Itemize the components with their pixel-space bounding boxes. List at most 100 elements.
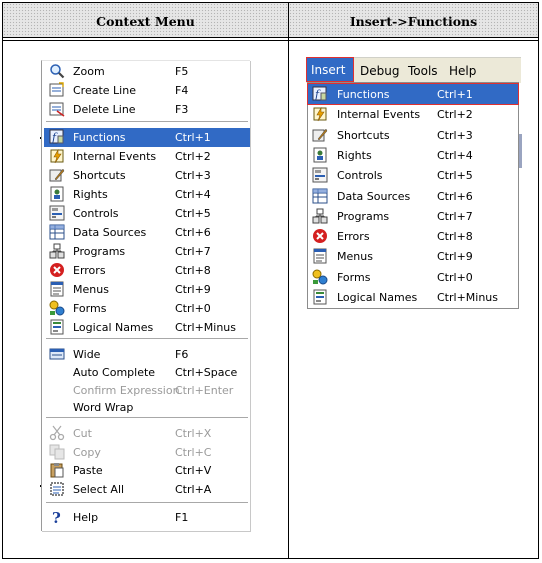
menu-insert[interactable]: Insert: [306, 57, 354, 82]
menus-icon: [312, 248, 328, 264]
help-icon: ?: [49, 509, 65, 525]
context-menu-item-functions[interactable]: f Functions Ctrl+1: [44, 128, 250, 147]
context-menu-item-label: Errors: [73, 264, 106, 277]
context-menu-item-shortcut: Ctrl+4: [175, 188, 211, 201]
icon-slot: [49, 382, 65, 398]
context-menu-item-rights[interactable]: Rights Ctrl+4: [44, 185, 250, 204]
internal-events-icon: [49, 148, 65, 164]
logical-names-icon: [49, 319, 65, 335]
functions-icon: f: [312, 86, 328, 102]
insert-menu-item-shortcut: Ctrl+0: [437, 270, 473, 284]
insert-menu-item-forms[interactable]: Forms Ctrl+0: [308, 267, 518, 287]
shortcuts-icon: [312, 127, 328, 143]
errors-icon: [312, 228, 328, 244]
header-rule: [2, 37, 539, 38]
context-menu-item-shortcut: F3: [175, 103, 189, 116]
header-context-menu: Context Menu: [3, 3, 288, 37]
cut-icon: [49, 425, 65, 441]
context-menu-item-label: Rights: [73, 188, 108, 201]
column-divider: [288, 2, 289, 559]
context-menu-item-create-line[interactable]: Create Line F4: [44, 81, 250, 100]
logical-names-icon: [312, 289, 328, 305]
menu-separator: [46, 121, 248, 122]
controls-icon: [49, 205, 65, 221]
insert-menu-item-shortcut: Ctrl+2: [437, 108, 473, 122]
context-menu-item-shortcut: F6: [175, 348, 189, 361]
context-menu-item-wide[interactable]: Wide F6: [44, 345, 250, 364]
context-menu-item-label: Controls: [73, 207, 119, 220]
context-menu-item-help[interactable]: ? Help F1: [44, 508, 250, 527]
context-menu-item-label: Create Line: [73, 84, 136, 97]
insert-menu-item-rights[interactable]: Rights Ctrl+4: [308, 145, 518, 165]
insert-menu-item-label: Errors: [337, 230, 370, 244]
context-menu-item-label: Shortcuts: [73, 169, 126, 182]
context-menu-item-label: Copy: [73, 446, 101, 459]
context-menu-item-label: Zoom: [73, 65, 105, 78]
menu-insert-label: Insert: [311, 63, 346, 77]
insert-menu-item-shortcut: Ctrl+7: [437, 209, 473, 223]
shortcuts-icon: [49, 167, 65, 183]
context-menu-item-paste[interactable]: Paste Ctrl+V: [44, 461, 250, 480]
context-menu-item-auto-complete[interactable]: Auto Complete Ctrl+Space: [44, 363, 250, 382]
menu-debug[interactable]: Debug: [360, 64, 399, 78]
rights-icon: [49, 186, 65, 202]
context-menu-item-shortcut: F5: [175, 65, 189, 78]
context-menu-item-shortcut: Ctrl+3: [175, 169, 211, 182]
context-menu-item-label: Data Sources: [73, 226, 147, 239]
context-menu-item-label: Programs: [73, 245, 126, 258]
insert-menu-item-programs[interactable]: Programs Ctrl+7: [308, 206, 518, 226]
insert-menu-item-logical-names[interactable]: Logical Names Ctrl+Minus: [308, 287, 518, 307]
select-all-icon: [49, 481, 65, 497]
forms-icon: [49, 300, 65, 316]
context-menu-item-label: Confirm Expression: [73, 384, 180, 397]
icon-slot: [49, 399, 65, 415]
insert-menu-item-functions[interactable]: f Functions Ctrl+1: [308, 84, 518, 104]
insert-menu-item-shortcut: Ctrl+Minus: [437, 291, 499, 304]
context-menu-item-label: Paste: [73, 464, 103, 477]
insert-menu-item-label: Shortcuts: [337, 128, 390, 142]
errors-icon: [49, 262, 65, 278]
context-menu-item-label: Forms: [73, 302, 107, 315]
context-menu-item-delete-line[interactable]: Delete Line F3: [44, 100, 250, 119]
context-menu-item-zoom[interactable]: Zoom F5: [44, 62, 250, 81]
icon-slot: [49, 364, 65, 380]
context-menu-item-logical-names[interactable]: Logical Names Ctrl+Minus: [44, 318, 250, 337]
insert-menu-item-label: Internal Events: [337, 108, 421, 122]
context-menu-item-copy[interactable]: Copy Ctrl+C: [44, 443, 250, 462]
programs-icon: [49, 243, 65, 259]
insert-menu-item-errors[interactable]: Errors Ctrl+8: [308, 226, 518, 246]
context-menu-item-internal-events[interactable]: Internal Events Ctrl+2: [44, 147, 250, 166]
context-menu-item-select-all[interactable]: Select All Ctrl+A: [44, 480, 250, 499]
context-menu-item-shortcut: Ctrl+1: [175, 131, 211, 144]
header-rule-double: [2, 40, 539, 41]
context-menu-item-word-wrap[interactable]: Word Wrap: [44, 398, 250, 417]
context-menu-item-menus[interactable]: Menus Ctrl+9: [44, 280, 250, 299]
insert-menu-item-shortcut: Ctrl+3: [437, 128, 473, 142]
insert-menu-item-controls[interactable]: Controls Ctrl+5: [308, 165, 518, 185]
insert-menu-item-shortcuts[interactable]: Shortcuts Ctrl+3: [308, 125, 518, 145]
context-menu-item-shortcut: F4: [175, 84, 189, 97]
context-menu-item-data-sources[interactable]: Data Sources Ctrl+6: [44, 223, 250, 242]
copy-icon: [49, 444, 65, 460]
insert-menu-item-label: Forms: [337, 270, 371, 284]
insert-menu-item-internal-events[interactable]: Internal Events Ctrl+2: [308, 104, 518, 124]
menu-help[interactable]: Help: [449, 64, 476, 78]
context-menu-item-programs[interactable]: Programs Ctrl+7: [44, 242, 250, 261]
context-menu-item-cut[interactable]: Cut Ctrl+X: [44, 424, 250, 443]
insert-menu-item-data-sources[interactable]: Data Sources Ctrl+6: [308, 186, 518, 206]
forms-icon: [312, 269, 328, 285]
context-menu-item-label: Auto Complete: [73, 366, 156, 379]
context-menu-item-shortcut: Ctrl+V: [175, 464, 212, 477]
data-sources-icon: [49, 224, 65, 240]
context-menu-item-forms[interactable]: Forms Ctrl+0: [44, 299, 250, 318]
insert-menu-item-menus[interactable]: Menus Ctrl+9: [308, 246, 518, 266]
context-menu-item-label: Cut: [73, 427, 92, 440]
menu-separator: [46, 417, 248, 418]
menu-tools[interactable]: Tools: [408, 64, 438, 78]
context-menu-item-shortcuts[interactable]: Shortcuts Ctrl+3: [44, 166, 250, 185]
context-menu-item-label: Delete Line: [73, 103, 136, 116]
internal-events-icon: [312, 106, 328, 122]
controls-icon: [312, 167, 328, 183]
context-menu-item-errors[interactable]: Errors Ctrl+8: [44, 261, 250, 280]
context-menu-item-controls[interactable]: Controls Ctrl+5: [44, 204, 250, 223]
